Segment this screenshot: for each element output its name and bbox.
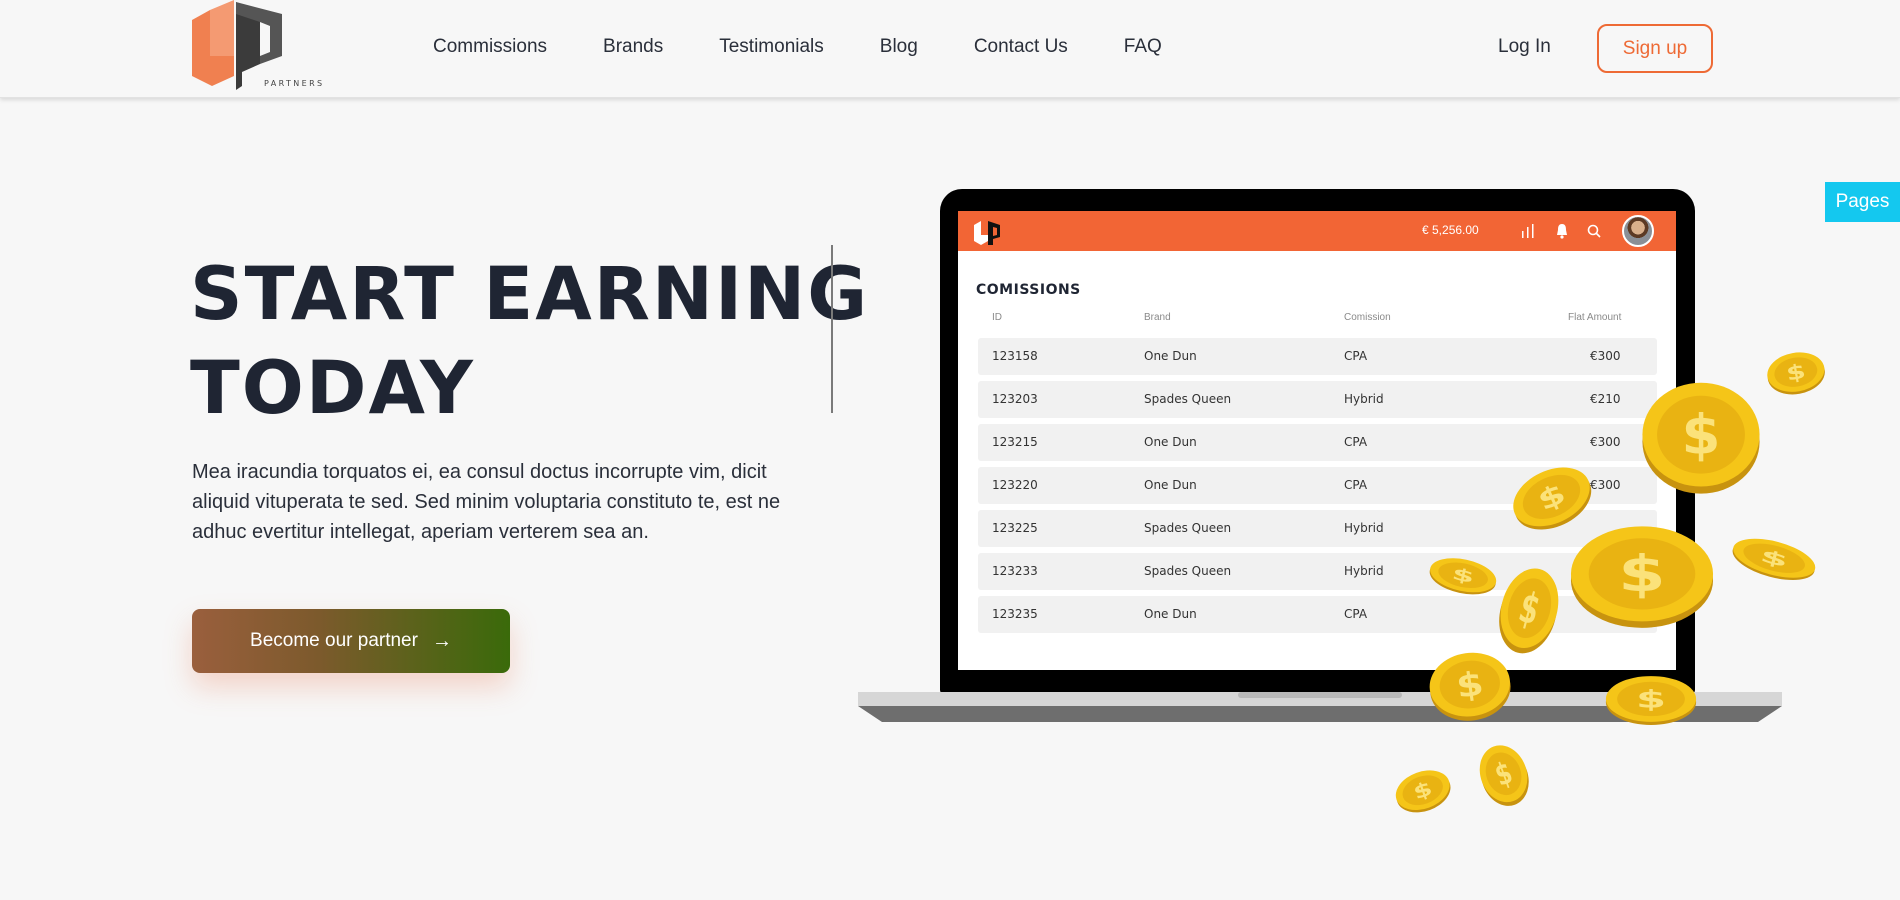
cell-amount: €300 — [1590, 435, 1621, 449]
cell-commission: Hybrid — [1344, 564, 1384, 578]
logo-subtitle: PARTNERS — [264, 79, 325, 88]
nav-brands[interactable]: Brands — [603, 36, 663, 58]
login-link[interactable]: Log In — [1498, 36, 1551, 58]
table-row[interactable]: 123215 One Dun CPA €300 — [978, 424, 1657, 461]
nav-faq[interactable]: FAQ — [1124, 36, 1162, 58]
col-head-flat-amount: Flat Amount — [1568, 312, 1622, 323]
hero-description: Mea iracundia torquatos ei, ea consul do… — [192, 461, 781, 543]
app-logo-icon — [974, 221, 1000, 245]
pages-side-tab[interactable]: Pages — [1825, 182, 1900, 222]
become-partner-button[interactable]: Become our partner → — [192, 609, 510, 673]
cell-commission: Hybrid — [1344, 521, 1384, 535]
cell-brand: Spades Queen — [1144, 521, 1232, 535]
hero-title-line1: START EARNING — [190, 252, 870, 337]
cell-amount: €210 — [1590, 392, 1621, 406]
hero-title: START EARNING TODAY — [190, 248, 869, 436]
svg-text:$: $ — [1618, 546, 1665, 604]
cell-commission: Hybrid — [1344, 392, 1384, 406]
signup-button[interactable]: Sign up — [1597, 24, 1713, 73]
search-icon[interactable] — [1586, 223, 1602, 239]
cell-id: 123233 — [992, 564, 1038, 578]
text-caret — [831, 245, 833, 413]
cell-brand: Spades Queen — [1144, 392, 1232, 406]
gold-coin-icon: $ — [1605, 676, 1697, 725]
cell-commission: CPA — [1344, 478, 1368, 492]
cell-commission: CPA — [1344, 607, 1368, 621]
cell-id: 123215 — [992, 435, 1038, 449]
cell-id: 123235 — [992, 607, 1038, 621]
svg-text:$: $ — [1454, 665, 1486, 706]
nav-blog[interactable]: Blog — [880, 36, 918, 58]
account-balance: € 5,256.00 — [1422, 223, 1479, 237]
user-avatar[interactable] — [1622, 215, 1654, 247]
brand-logo[interactable]: PARTNERS — [190, 0, 330, 92]
cell-brand: One Dun — [1144, 607, 1197, 621]
cell-id: 123220 — [992, 478, 1038, 492]
nav-contact-us[interactable]: Contact Us — [974, 36, 1068, 58]
cell-brand: One Dun — [1144, 435, 1197, 449]
nav-testimonials[interactable]: Testimonials — [719, 36, 824, 58]
bar-chart-icon[interactable] — [1520, 223, 1536, 239]
cta-label: Become our partner — [250, 630, 418, 651]
gold-coin-icon: $ — [1395, 770, 1451, 813]
arrow-right-icon: → — [431, 629, 452, 652]
cell-commission: CPA — [1344, 435, 1368, 449]
gold-coin-icon: $ — [1767, 352, 1825, 395]
cell-commission: CPA — [1344, 349, 1368, 363]
table-row[interactable]: 123158 One Dun CPA €300 — [978, 338, 1657, 375]
cell-id: 123225 — [992, 521, 1038, 535]
svg-text:$: $ — [1681, 404, 1720, 467]
commissions-title: COMISSIONS — [976, 282, 1081, 298]
bell-icon[interactable] — [1554, 223, 1570, 239]
table-row[interactable]: 123203 Spades Queen Hybrid €210 — [978, 381, 1657, 418]
dashboard-topbar: € 5,256.00 — [958, 211, 1676, 251]
col-head-id: ID — [992, 312, 1002, 323]
cell-amount: €300 — [1590, 349, 1621, 363]
svg-text:$: $ — [1784, 359, 1807, 385]
svg-text:$: $ — [1636, 686, 1666, 713]
cell-brand: Spades Queen — [1144, 564, 1232, 578]
gold-coin-icon: $ — [1429, 652, 1511, 721]
cell-brand: One Dun — [1144, 349, 1197, 363]
gold-coin-icon: $ — [1642, 382, 1760, 494]
site-header: PARTNERS Commissions Brands Testimonials… — [0, 0, 1900, 98]
main-nav: Commissions Brands Testimonials Blog Con… — [433, 36, 1218, 58]
nav-commissions[interactable]: Commissions — [433, 36, 547, 58]
cell-id: 123158 — [992, 349, 1038, 363]
col-head-commission: Comission — [1344, 312, 1391, 323]
cell-id: 123203 — [992, 392, 1038, 406]
col-head-brand: Brand — [1144, 312, 1171, 323]
gold-coin-icon: $ — [1732, 538, 1816, 580]
gold-coin-icon: $ — [1479, 745, 1529, 806]
cell-brand: One Dun — [1144, 478, 1197, 492]
gold-coin-icon: $ — [1570, 526, 1714, 628]
hero-title-line2: TODAY — [190, 346, 475, 431]
